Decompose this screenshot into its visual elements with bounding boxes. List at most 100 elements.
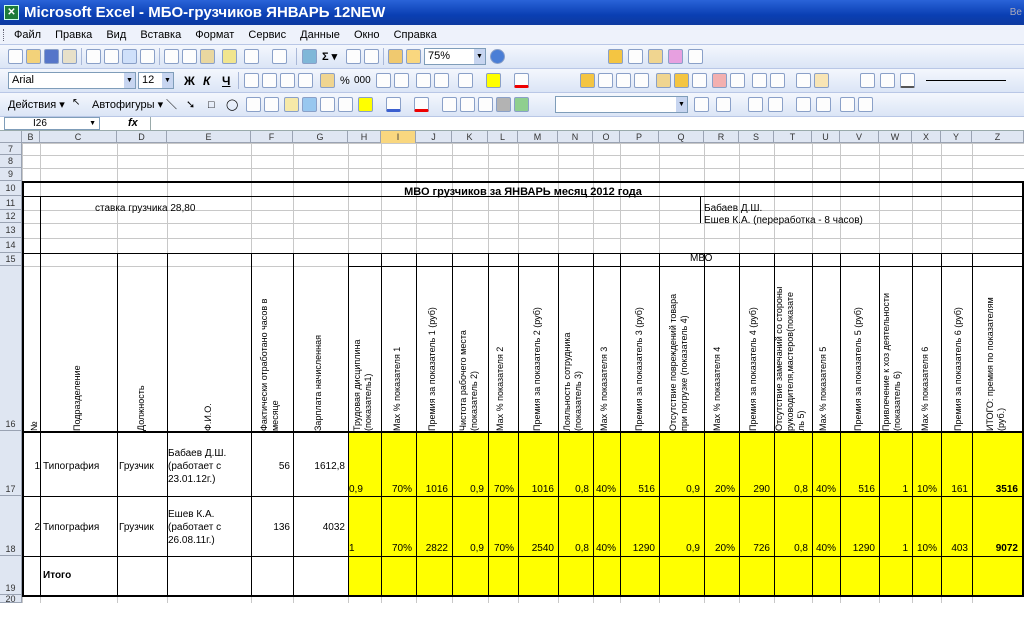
column-header-v[interactable]: V: [840, 131, 879, 143]
save-icon[interactable]: [44, 49, 59, 64]
chevron-down-icon[interactable]: ▼: [124, 73, 135, 88]
row-header-11[interactable]: 11: [0, 196, 22, 210]
row-header-16[interactable]: 16: [0, 266, 22, 431]
select-objects-icon[interactable]: ↖: [72, 97, 87, 112]
toolbar-icon[interactable]: [628, 49, 643, 64]
borders-icon[interactable]: [458, 73, 473, 88]
font-size-select[interactable]: 12 ▼: [138, 72, 174, 89]
decrease-decimal-icon[interactable]: [394, 73, 409, 88]
menu-view[interactable]: Вид: [106, 29, 126, 41]
chevron-down-icon[interactable]: ▼: [162, 73, 173, 88]
row-header-10[interactable]: 10: [0, 181, 22, 196]
toolbar-icon[interactable]: [712, 73, 727, 88]
align-right-icon[interactable]: [280, 73, 295, 88]
clipart-icon[interactable]: [320, 97, 335, 112]
row-header-20[interactable]: 20: [0, 595, 22, 604]
column-header-z[interactable]: Z: [972, 131, 1024, 143]
row-header-15[interactable]: 15: [0, 253, 22, 266]
toolbar-icon[interactable]: [880, 73, 895, 88]
chevron-down-icon[interactable]: ▼: [474, 49, 485, 64]
toolbar-icon[interactable]: [634, 73, 649, 88]
arrow-style-icon[interactable]: [478, 97, 493, 112]
toolbar-icon[interactable]: [768, 97, 783, 112]
font-color-icon[interactable]: [414, 97, 429, 112]
autosum-icon[interactable]: Σ ▾: [322, 49, 337, 65]
toolbar-icon[interactable]: [694, 97, 709, 112]
font-color-icon[interactable]: [514, 73, 529, 88]
formula-input[interactable]: [150, 117, 1024, 130]
actions-menu[interactable]: Действия ▾: [8, 97, 65, 113]
column-header-n[interactable]: N: [558, 131, 593, 143]
column-header-l[interactable]: L: [488, 131, 518, 143]
column-header-w[interactable]: W: [879, 131, 912, 143]
column-header-e[interactable]: E: [167, 131, 251, 143]
arrow-icon[interactable]: ➘: [186, 97, 195, 113]
column-header-q[interactable]: Q: [659, 131, 704, 143]
font-name-select[interactable]: Arial ▼: [8, 72, 136, 89]
dash-style-icon[interactable]: [460, 97, 475, 112]
spelling-icon[interactable]: [122, 49, 137, 64]
toolbar-icon[interactable]: [688, 49, 703, 64]
column-header-s[interactable]: S: [739, 131, 774, 143]
underline-button[interactable]: Ч: [222, 73, 230, 89]
textbox-icon[interactable]: [246, 97, 261, 112]
sort-ascending-icon[interactable]: [346, 49, 361, 64]
open-icon[interactable]: [26, 49, 41, 64]
toolbar-icon[interactable]: [598, 73, 613, 88]
format-painter-icon[interactable]: [222, 49, 237, 64]
column-header-f[interactable]: F: [251, 131, 293, 143]
column-header-r[interactable]: R: [704, 131, 739, 143]
zoom-select[interactable]: 75% ▼: [424, 48, 486, 65]
name-box[interactable]: I26 ▼: [4, 117, 100, 130]
print-icon[interactable]: [86, 49, 101, 64]
thousands-button[interactable]: 000: [354, 73, 371, 89]
row-header-14[interactable]: 14: [0, 238, 22, 253]
menu-help[interactable]: Справка: [394, 29, 437, 41]
fx-icon[interactable]: fx: [128, 117, 138, 130]
column-header-o[interactable]: O: [593, 131, 620, 143]
percent-button[interactable]: %: [340, 73, 350, 89]
row-header-9[interactable]: 9: [0, 168, 22, 181]
menu-tools[interactable]: Сервис: [248, 29, 286, 41]
row-header-18[interactable]: 18: [0, 496, 22, 556]
toolbar-icon[interactable]: [648, 49, 663, 64]
toolbar-icon[interactable]: [796, 97, 811, 112]
research-icon[interactable]: [140, 49, 155, 64]
menu-file[interactable]: Файл: [14, 29, 41, 41]
column-header-x[interactable]: X: [912, 131, 941, 143]
column-header-m[interactable]: M: [518, 131, 558, 143]
column-header-p[interactable]: P: [620, 131, 659, 143]
toolbar-icon[interactable]: [748, 97, 763, 112]
toolbar-icon[interactable]: [730, 73, 745, 88]
shadow-icon[interactable]: [496, 97, 511, 112]
increase-decimal-icon[interactable]: [376, 73, 391, 88]
chevron-down-icon[interactable]: ▼: [676, 97, 687, 112]
row-header-12[interactable]: 12: [0, 210, 22, 223]
hyperlink-icon[interactable]: [302, 49, 317, 64]
vertical-textbox-icon[interactable]: [264, 97, 279, 112]
merge-center-icon[interactable]: [298, 73, 313, 88]
menu-insert[interactable]: Вставка: [140, 29, 181, 41]
toolbar-icon[interactable]: [656, 73, 671, 88]
row-header-13[interactable]: 13: [0, 223, 22, 238]
column-header-g[interactable]: G: [293, 131, 348, 143]
column-header-u[interactable]: U: [812, 131, 840, 143]
toolbar-icon[interactable]: [752, 73, 767, 88]
toolbar-icon[interactable]: [668, 49, 683, 64]
column-header-b[interactable]: B: [22, 131, 40, 143]
toolbar-icon[interactable]: [816, 97, 831, 112]
line-color-icon[interactable]: [386, 97, 401, 112]
excel-icon[interactable]: ✕: [4, 5, 19, 20]
toolbar-icon[interactable]: [858, 97, 873, 112]
toolbar-icon[interactable]: [796, 73, 811, 88]
toolbar-icon[interactable]: [692, 73, 707, 88]
increase-indent-icon[interactable]: [434, 73, 449, 88]
toolbar-icon[interactable]: [840, 97, 855, 112]
line-style-icon[interactable]: [926, 80, 1006, 81]
menu-window[interactable]: Окно: [354, 29, 380, 41]
toolbar-icon[interactable]: [860, 73, 875, 88]
column-header-i[interactable]: I: [381, 131, 416, 143]
chart-wizard-icon[interactable]: [388, 49, 403, 64]
column-header-k[interactable]: K: [452, 131, 488, 143]
picture-icon[interactable]: [338, 97, 353, 112]
